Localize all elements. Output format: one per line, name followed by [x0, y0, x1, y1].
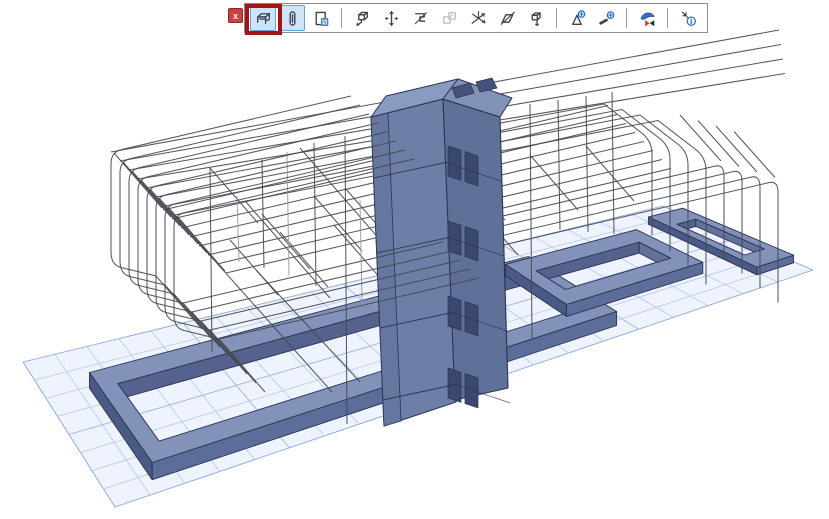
wireframe-column — [558, 100, 560, 230]
wireframe-column — [237, 196, 239, 262]
wireframe-column — [612, 92, 614, 234]
tool-rotate[interactable] — [465, 5, 491, 31]
svg-text:§: § — [322, 18, 326, 26]
tool-show-selection-in-3d[interactable] — [250, 5, 276, 31]
wireframe-west-end — [159, 198, 207, 253]
tool-element-info[interactable] — [675, 5, 701, 31]
tool-visual-compare[interactable] — [634, 5, 660, 31]
3d-model-viewport[interactable] — [0, 0, 829, 519]
wireframe-slab-edge — [530, 155, 578, 210]
core-door-opening — [448, 368, 461, 402]
tool-elevate[interactable] — [378, 5, 404, 31]
tool-zoom-edge[interactable] — [593, 5, 619, 31]
wireframe-slab-edge — [314, 196, 362, 251]
core-door-opening — [448, 146, 461, 180]
toolbar-separator — [667, 8, 668, 28]
toolbar-close-button[interactable]: x — [228, 8, 243, 23]
tool-stretch[interactable] — [407, 5, 433, 31]
tool-favorites[interactable]: § — [308, 5, 334, 31]
tool-mirror[interactable] — [494, 5, 520, 31]
core-door-opening — [465, 152, 478, 186]
floating-toolbar: x § — [0, 0, 829, 40]
tool-zoom-cone[interactable] — [564, 5, 590, 31]
tool-drag[interactable] — [349, 5, 375, 31]
toolbar-separator — [556, 8, 557, 28]
wireframe-west-end — [177, 216, 225, 271]
toolbar-bar: § — [244, 3, 708, 33]
tool-resize[interactable] — [436, 5, 462, 31]
wireframe-slab-edge — [716, 126, 757, 172]
application-window: x § — [0, 0, 829, 519]
wireframe-west-end — [168, 207, 216, 262]
toolbar-separator — [626, 8, 627, 28]
wireframe-slab-edge — [586, 146, 634, 201]
tool-drag-a-copy[interactable] — [523, 5, 549, 31]
wireframe-slab-edge — [734, 132, 775, 178]
core-door-opening — [465, 374, 478, 408]
core-top-cell — [476, 78, 497, 92]
tool-column-tool[interactable] — [279, 5, 305, 31]
wireframe-slab-edge — [262, 214, 310, 269]
toolbar-separator — [341, 8, 342, 28]
